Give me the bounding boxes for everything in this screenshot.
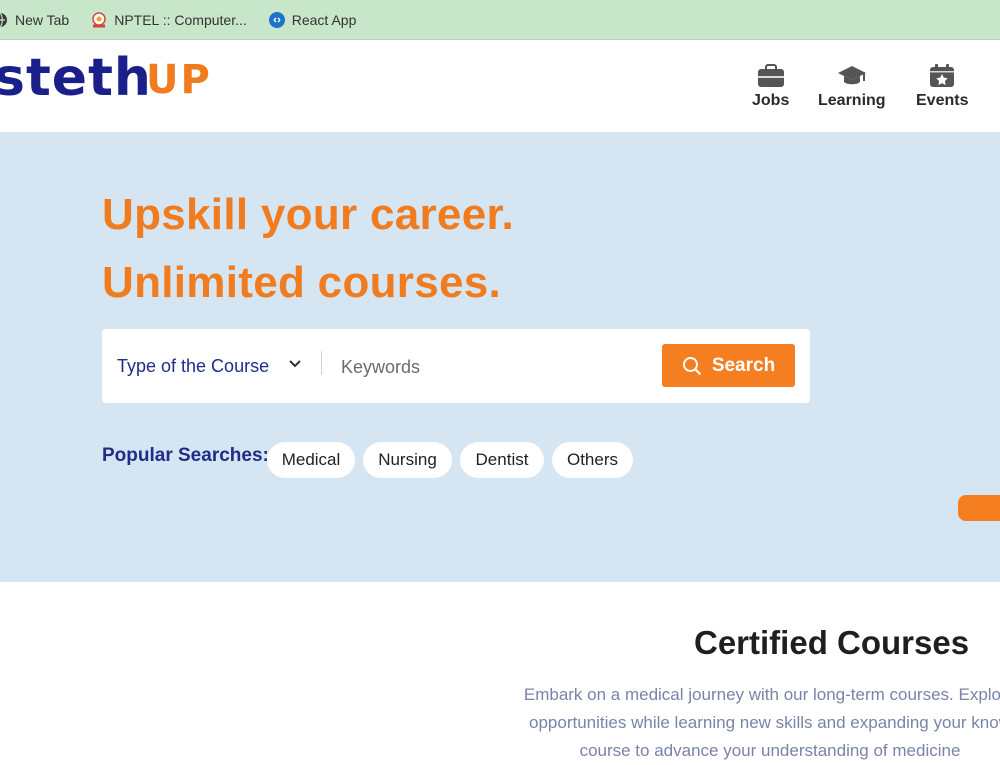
nav-jobs[interactable]: Jobs (752, 64, 789, 110)
bookmark-label: NPTEL :: Computer... (114, 11, 247, 28)
side-action-tab[interactable] (958, 495, 1000, 521)
certified-courses-title: Certified Courses (694, 624, 970, 661)
popular-tag-others[interactable]: Others (552, 442, 633, 478)
popular-tag-dentist[interactable]: Dentist (460, 442, 544, 478)
description-line: course to advance your understanding of … (579, 741, 961, 760)
logo-text-main: steth (0, 48, 152, 108)
nav-jobs-label: Jobs (752, 92, 790, 109)
bookmark-new-tab[interactable]: New Tab (0, 12, 69, 28)
nav-learning-label: Learning (818, 92, 886, 109)
logo-text-accent: UP (146, 57, 212, 103)
calendar-icon (930, 64, 955, 87)
search-icon (682, 356, 702, 375)
hero-heading-line1: Upskill your career. (102, 190, 514, 239)
description-line: opportunities while learning new skills … (529, 713, 1000, 732)
bookmark-nptel[interactable]: NPTEL :: Computer... (91, 12, 247, 28)
globe-icon (0, 12, 8, 28)
course-type-select[interactable]: Type of the Course (117, 329, 269, 403)
nptel-logo-icon (91, 11, 107, 28)
search-button[interactable]: Search (662, 344, 795, 387)
bookmark-label: New Tab (15, 11, 70, 28)
certified-courses-description: Embark on a medical journey with our lon… (500, 681, 1000, 765)
course-type-value: Type of the Course (117, 355, 270, 376)
popular-searches-label: Popular Searches: (102, 445, 269, 466)
description-line: Embark on a medical journey with our lon… (523, 685, 1000, 704)
site-header: steth UP Jobs Learning Events (0, 40, 1000, 132)
graduation-cap-icon (837, 66, 866, 85)
search-button-label: Search (711, 354, 776, 376)
nav-events[interactable]: Events (916, 64, 968, 110)
bookmarks-bar: New Tab NPTEL :: Computer... React App (0, 0, 1000, 40)
course-search-bar: Type of the Course Search (102, 329, 810, 405)
nav-learning[interactable]: Learning (818, 64, 886, 110)
search-divider (321, 351, 322, 375)
popular-tag-medical[interactable]: Medical (267, 442, 355, 478)
react-icon (268, 11, 285, 28)
hero-section: Upskill your career. Unlimited courses. … (0, 132, 1000, 582)
bookmark-label: React App (291, 11, 357, 28)
hero-heading-line2: Unlimited courses. (102, 258, 502, 307)
keywords-input[interactable] (339, 329, 643, 405)
briefcase-icon (757, 64, 784, 87)
bookmark-react-app[interactable]: React App (268, 11, 357, 28)
nav-events-label: Events (916, 92, 969, 109)
popular-tag-nursing[interactable]: Nursing (363, 442, 452, 478)
chevron-down-icon[interactable] (288, 359, 302, 369)
